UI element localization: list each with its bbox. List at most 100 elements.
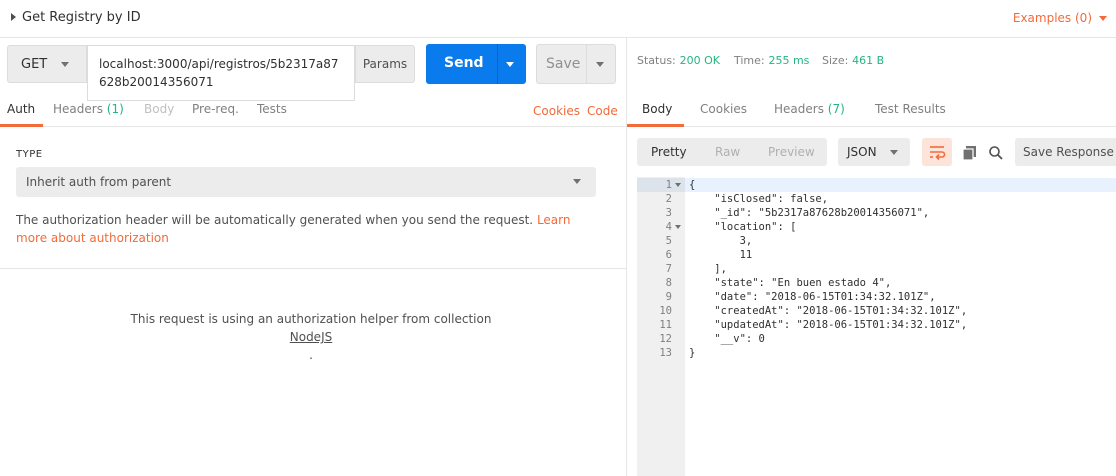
auth-type-value: Inherit auth from parent	[26, 175, 172, 189]
response-tabs: Body Cookies Headers (7) Test Results	[627, 94, 1116, 127]
response-status: Status: 200 OK	[637, 53, 720, 67]
response-headers-count-badge: (7)	[827, 102, 845, 116]
code-line: "state": "En buen estado 4",	[689, 277, 892, 289]
search-icon-glyph	[989, 146, 1003, 160]
code-line: "location": [	[689, 221, 797, 233]
tab-body[interactable]: Body	[144, 102, 174, 116]
tab-auth[interactable]: Auth	[7, 102, 35, 116]
format-preview[interactable]: Preview	[768, 145, 815, 159]
line-number-gutter: 1 2 3 4 5 6 7 8 9 10 11 12 13	[637, 177, 685, 476]
response-body-editor[interactable]: { "isClosed": false, "_id": "5b2317a8762…	[685, 177, 1116, 476]
code-line: 11	[689, 249, 753, 261]
format-pretty[interactable]: Pretty	[651, 145, 687, 159]
line-number: 9	[665, 291, 672, 303]
params-button[interactable]: Params	[355, 45, 415, 83]
size-key: Size:	[822, 54, 849, 67]
copy-icon[interactable]	[962, 145, 978, 164]
save-divider	[586, 45, 587, 83]
language-value: JSON	[847, 145, 877, 159]
status-key: Status:	[637, 54, 676, 67]
fold-chevron-icon[interactable]	[675, 183, 681, 187]
size-value[interactable]: 461 B	[852, 54, 884, 67]
save-button[interactable]: Save	[536, 44, 616, 84]
line-number: 6	[665, 249, 672, 261]
send-button[interactable]: Send	[426, 44, 526, 84]
code-line: "createdAt": "2018-06-15T01:34:32.101Z",	[689, 305, 968, 317]
line-number: 3	[665, 207, 672, 219]
tab-headers-label: Headers	[53, 102, 103, 116]
tab-response-headers-label: Headers	[774, 102, 824, 116]
auth-helper-message: This request is using an authorization h…	[0, 310, 622, 364]
format-raw[interactable]: Raw	[715, 145, 740, 159]
auth-helper-suffix: .	[309, 348, 313, 362]
auth-description: The authorization header will be automat…	[16, 211, 586, 247]
chevron-down-icon	[1099, 16, 1107, 21]
method-select[interactable]: GET	[7, 45, 87, 83]
send-options-chevron-icon[interactable]	[506, 62, 514, 67]
language-select[interactable]: JSON	[838, 138, 910, 166]
tab-test-results[interactable]: Test Results	[875, 102, 946, 116]
method-label: GET	[21, 57, 48, 72]
tab-tests[interactable]: Tests	[257, 102, 287, 116]
request-title-bar: Get Registry by ID Examples (0)	[0, 0, 1116, 38]
time-value[interactable]: 255 ms	[768, 54, 809, 67]
send-divider	[497, 44, 498, 84]
auth-type-label: TYPE	[16, 149, 43, 160]
examples-label: Examples (0)	[1012, 11, 1092, 25]
wrap-lines-button[interactable]	[922, 138, 952, 166]
line-number: 12	[659, 333, 672, 345]
auth-helper-text: This request is using an authorization h…	[130, 312, 492, 326]
line-number: 8	[665, 277, 672, 289]
code-line: "_id": "5b2317a87628b20014356071",	[689, 207, 930, 219]
time-key: Time:	[734, 54, 765, 67]
active-line-highlight	[685, 178, 1116, 192]
line-number: 13	[659, 347, 672, 359]
line-number: 10	[659, 305, 672, 317]
line-number: 11	[659, 319, 672, 331]
url-input[interactable]: localhost:3000/api/registros/5b2317a8762…	[87, 45, 355, 101]
save-label: Save	[546, 56, 581, 72]
line-number: 1	[665, 179, 672, 191]
headers-count-badge: (1)	[106, 102, 124, 116]
line-number: 5	[665, 235, 672, 247]
line-number: 7	[665, 263, 672, 275]
save-response-button[interactable]: Save Response	[1015, 138, 1116, 166]
tab-response-body[interactable]: Body	[642, 102, 672, 116]
code-line: ],	[689, 263, 727, 275]
code-line: "__v": 0	[689, 333, 765, 345]
request-name[interactable]: Get Registry by ID	[22, 10, 141, 25]
collapse-caret-icon[interactable]	[11, 13, 16, 21]
code-link[interactable]: Code	[587, 104, 618, 118]
divider	[0, 268, 626, 269]
collection-link[interactable]: NodeJS	[290, 330, 332, 344]
tab-response-headers[interactable]: Headers (7)	[774, 102, 845, 116]
send-label: Send	[444, 55, 484, 71]
copy-icon-glyph	[962, 146, 976, 161]
chevron-down-icon	[890, 150, 898, 155]
active-tab-indicator	[0, 124, 43, 127]
tab-response-cookies[interactable]: Cookies	[700, 102, 747, 116]
code-line: 3,	[689, 235, 753, 247]
response-time: Time: 255 ms	[734, 53, 809, 67]
auth-type-select[interactable]: Inherit auth from parent	[16, 167, 596, 197]
code-line: "isClosed": false,	[689, 193, 829, 205]
auth-description-text: The authorization header will be automat…	[16, 213, 534, 227]
line-number: 2	[665, 193, 672, 205]
status-value[interactable]: 200 OK	[680, 54, 720, 67]
chevron-down-icon	[573, 179, 581, 184]
save-options-chevron-icon[interactable]	[596, 62, 604, 67]
tab-headers[interactable]: Headers (1)	[53, 102, 124, 116]
format-toggle-group: Pretty Raw Preview	[637, 138, 827, 166]
chevron-down-icon	[61, 62, 69, 67]
fold-chevron-icon[interactable]	[675, 225, 681, 229]
response-size: Size: 461 B	[822, 53, 884, 67]
search-icon[interactable]	[988, 145, 1004, 164]
cookies-link[interactable]: Cookies	[533, 104, 580, 118]
code-line: "date": "2018-06-15T01:34:32.101Z",	[689, 291, 936, 303]
examples-dropdown[interactable]: Examples (0)	[1012, 11, 1107, 25]
code-line: }	[689, 347, 696, 359]
line-number: 4	[665, 221, 672, 233]
tab-prereq[interactable]: Pre-req.	[192, 102, 239, 116]
active-tab-indicator	[627, 124, 684, 127]
code-line: {	[689, 179, 696, 191]
